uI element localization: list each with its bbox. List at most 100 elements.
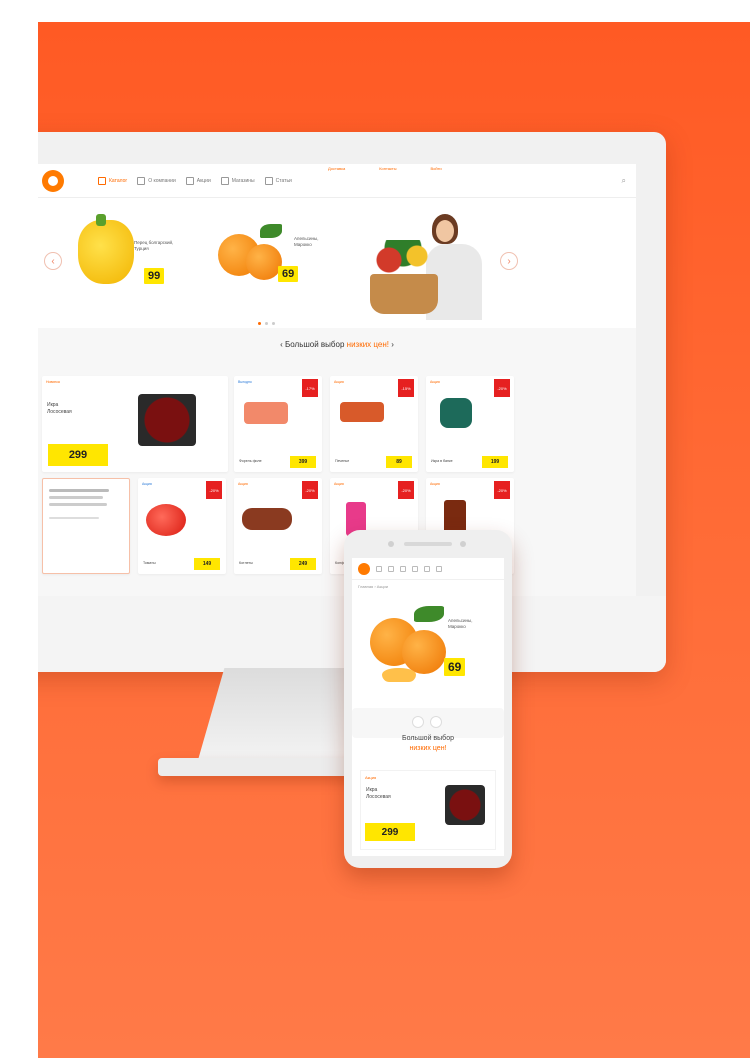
sensor-dot — [460, 541, 466, 547]
product-image — [340, 402, 384, 422]
prev-slide-button[interactable]: ‹ — [44, 252, 62, 270]
top-link[interactable]: Контакты — [379, 166, 396, 171]
product-card[interactable]: Акция -20% Икра в банке 199 — [426, 376, 514, 472]
price-tag: 199 — [482, 456, 508, 468]
price-tag: 69 — [278, 266, 299, 282]
card-label: Акция — [238, 482, 248, 486]
camera-dot — [388, 541, 394, 547]
info-text-line — [49, 489, 109, 492]
card-label: Акция — [430, 380, 440, 384]
product-card[interactable]: Акция -15% Печенье 89 — [330, 376, 418, 472]
store-logo[interactable] — [42, 169, 64, 192]
card-label: Акция — [430, 482, 440, 486]
price-tag: 299 — [48, 444, 108, 466]
price-tag: 99 — [144, 268, 165, 284]
price-tag: 89 — [386, 456, 412, 468]
pepper-image — [78, 220, 134, 284]
discount-badge: -20% — [494, 481, 510, 499]
prev-slide-button[interactable] — [412, 716, 424, 728]
product-image — [244, 402, 288, 424]
card-label: Акция — [365, 775, 377, 780]
info-text-line — [49, 517, 99, 519]
product-name: Томаты — [143, 561, 156, 566]
top-links: Доставка Контакты Войти — [328, 166, 442, 171]
nav-item-about[interactable]: О компании — [137, 177, 176, 185]
section-title-accent: низких цен! — [346, 340, 389, 349]
promo-text: Апельсины, Марокко — [294, 236, 319, 247]
nav-item-promos[interactable]: Акции — [186, 177, 211, 185]
store-icon[interactable] — [412, 565, 418, 572]
top-link[interactable]: Доставка — [328, 166, 345, 171]
nav-item-catalog[interactable]: Каталог — [98, 177, 127, 185]
info-text-line — [49, 503, 107, 506]
top-link[interactable]: Войти — [430, 166, 441, 171]
nav-item-articles[interactable]: Статьи — [265, 177, 292, 185]
products-section: ‹ Большой выбор низких цен! › Новинка Ик… — [38, 328, 636, 596]
promo-text: Перец болгарский, Турция — [134, 240, 174, 251]
next-slide-button[interactable]: › — [500, 252, 518, 270]
woman-face — [436, 220, 454, 242]
product-name: Печенье — [335, 459, 350, 464]
promo-icon[interactable] — [400, 565, 406, 572]
section-title-accent: низких цен! — [409, 744, 447, 752]
product-name: Котлеты — [239, 561, 253, 566]
next-slide-button[interactable] — [430, 716, 442, 728]
discount-badge: -20% — [494, 379, 510, 397]
product-card[interactable]: Акция -20% Котлеты 249 — [234, 478, 322, 574]
mobile-phone: Главная › Акции Апельсины, Марокко 69 Бо… — [344, 530, 512, 868]
user-icon[interactable] — [424, 565, 430, 572]
orange-slice-image — [382, 668, 416, 682]
slider-dots — [258, 322, 275, 325]
menu-icon[interactable] — [376, 565, 382, 572]
product-name: Икра в банке — [431, 459, 453, 464]
phone-speaker — [404, 542, 452, 546]
store-logo[interactable] — [358, 562, 370, 575]
discount-badge: -20% — [398, 481, 414, 499]
info-card[interactable] — [42, 478, 130, 574]
caviar-jar-image — [138, 394, 196, 446]
card-label: Новинка — [46, 380, 60, 384]
info-text-line — [49, 496, 103, 499]
card-label: Акция — [334, 482, 344, 486]
card-label: Акция — [142, 482, 152, 486]
breadcrumb[interactable]: Главная › Акции — [352, 580, 504, 593]
product-name: Форель филе — [239, 459, 262, 464]
nav-item-stores[interactable]: Магазины — [221, 177, 255, 185]
tomato-image — [146, 504, 186, 536]
section-title: Большой выбор низких цен! — [352, 734, 504, 754]
price-tag: 399 — [290, 456, 316, 468]
price-tag: 299 — [365, 823, 415, 841]
hero-banner: ‹ Перец болгарский, Турция 99 Апельсины,… — [38, 200, 636, 322]
card-label: Выгодно — [238, 380, 252, 384]
discount-badge: -17% — [302, 379, 318, 397]
slider-dot[interactable] — [258, 322, 261, 325]
mobile-screen: Главная › Акции Апельсины, Марокко 69 Бо… — [352, 558, 504, 856]
cart-icon[interactable] — [436, 565, 442, 572]
catalog-icon[interactable] — [388, 565, 394, 572]
mobile-header — [352, 558, 504, 580]
search-icon[interactable]: ⌕ — [622, 176, 626, 186]
product-image — [440, 398, 472, 428]
desktop-screen: Доставка Контакты Войти Каталог О компан… — [38, 164, 636, 596]
leaf-image — [414, 606, 444, 622]
price-tag: 249 — [290, 558, 316, 570]
basket-image — [370, 274, 438, 314]
pepper-stem — [96, 214, 106, 226]
section-title-main: Большой выбор — [285, 340, 345, 349]
product-name: Икра Лососевая — [366, 787, 391, 800]
main-nav: Каталог О компании Акции Магазины Статьи — [98, 177, 292, 185]
orange-image — [402, 630, 446, 674]
product-card-featured[interactable]: Новинка Икра Лососевая 299 — [42, 376, 228, 472]
section-title: ‹ Большой выбор низких цен! › — [280, 340, 394, 349]
discount-badge: -15% — [398, 379, 414, 397]
product-card[interactable]: Акция Икра Лососевая 299 — [360, 770, 496, 850]
promo-text: Апельсины, Марокко — [448, 618, 473, 629]
slider-dot[interactable] — [272, 322, 275, 325]
product-card[interactable]: Выгодно -17% Форель филе 399 — [234, 376, 322, 472]
leaf-image — [260, 224, 282, 238]
product-card[interactable]: Акция -20% Томаты 149 — [138, 478, 226, 574]
slider-dot[interactable] — [265, 322, 268, 325]
promo-background: Доставка Контакты Войти Каталог О компан… — [38, 22, 750, 1058]
site-header: Доставка Контакты Войти Каталог О компан… — [38, 164, 636, 198]
discount-badge: -20% — [206, 481, 222, 499]
